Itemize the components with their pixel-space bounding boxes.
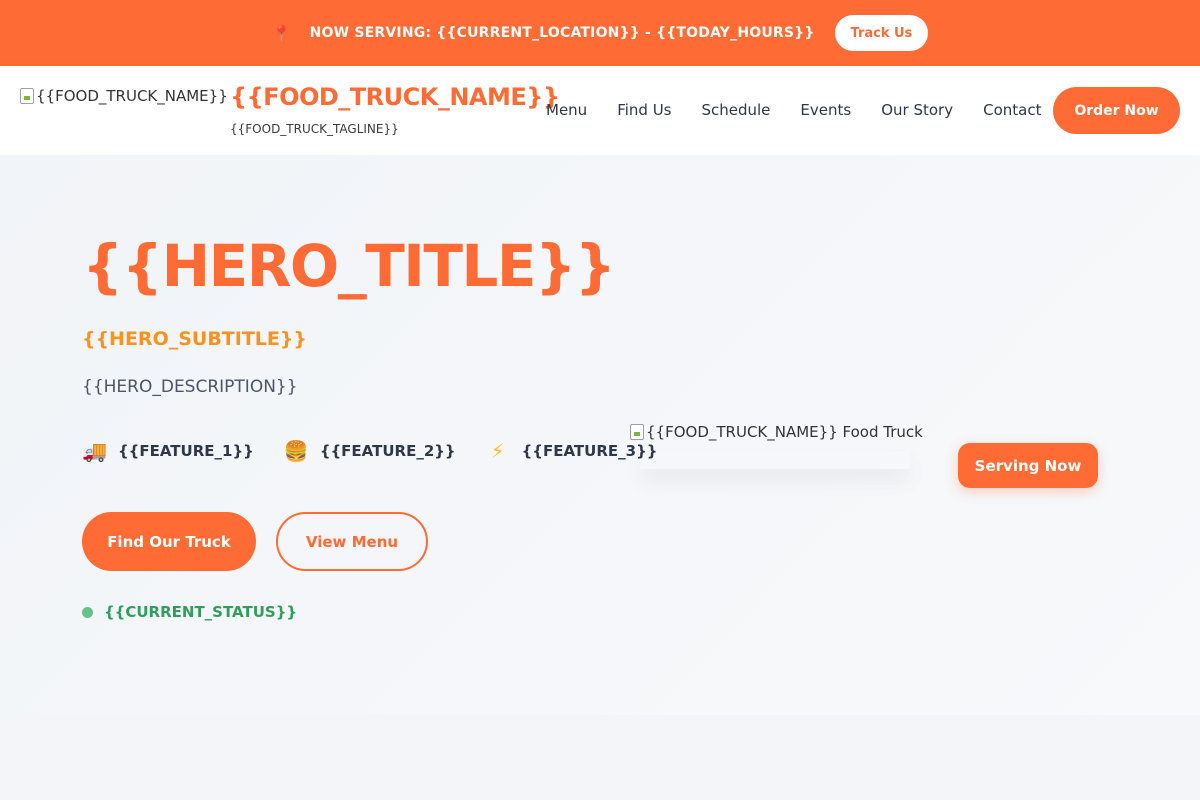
- next-section: [0, 715, 1200, 800]
- site-header: {{FOOD_TRUCK_NAME}} {{FOOD_TRUCK_NAME}} …: [0, 66, 1200, 155]
- burger-icon: 🍔: [283, 439, 309, 463]
- logo-image[interactable]: {{FOOD_TRUCK_NAME}}: [20, 87, 228, 105]
- serving-now-badge[interactable]: Serving Now: [958, 443, 1098, 488]
- brand-tagline: {{FOOD_TRUCK_TAGLINE}}: [230, 122, 399, 136]
- nav-item-find-us[interactable]: Find Us: [617, 101, 671, 119]
- truck-image-alt-text: {{FOOD_TRUCK_NAME}} Food Truck: [646, 423, 923, 441]
- find-our-truck-button[interactable]: Find Our Truck: [82, 512, 256, 571]
- nav-item-schedule[interactable]: Schedule: [701, 101, 770, 119]
- feature-item: ⚡ {{FEATURE_3}}: [486, 439, 658, 463]
- feature-label: {{FEATURE_1}}: [118, 442, 254, 460]
- map-pin-icon: 📍: [271, 23, 292, 43]
- announcement-bar: 📍 NOW SERVING: {{CURRENT_LOCATION}} - {{…: [0, 0, 1200, 66]
- nav-item-contact[interactable]: Contact: [983, 101, 1041, 119]
- nav-item-our-story[interactable]: Our Story: [881, 101, 953, 119]
- hero-subtitle: {{HERO_SUBTITLE}}: [82, 328, 307, 350]
- hero-title: {{HERO_TITLE}}: [82, 232, 616, 300]
- feature-list: 🚚 {{FEATURE_1}} 🍔 {{FEATURE_2}} ⚡ {{FEAT…: [82, 439, 687, 463]
- order-now-button[interactable]: Order Now: [1053, 87, 1180, 134]
- truck-icon: 🚚: [82, 439, 107, 463]
- hero-section: {{HERO_TITLE}} {{HERO_SUBTITLE}} {{HERO_…: [0, 155, 1200, 715]
- hero-description: {{HERO_DESCRIPTION}}: [82, 377, 298, 397]
- logo-alt-text: {{FOOD_TRUCK_NAME}}: [36, 87, 228, 105]
- status-text: {{CURRENT_STATUS}}: [104, 603, 298, 621]
- brand-name[interactable]: {{FOOD_TRUCK_NAME}}: [230, 83, 560, 111]
- feature-item: 🚚 {{FEATURE_1}}: [82, 439, 254, 463]
- feature-label: {{FEATURE_2}}: [319, 442, 456, 460]
- feature-label: {{FEATURE_3}}: [521, 442, 658, 460]
- nav-item-events[interactable]: Events: [800, 101, 851, 119]
- main-nav: Menu Find Us Schedule Events Our Story C…: [546, 101, 1071, 119]
- nav-item-menu[interactable]: Menu: [546, 101, 587, 119]
- food-truck-image: {{FOOD_TRUCK_NAME}} Food Truck: [630, 423, 923, 441]
- broken-image-icon: [20, 88, 34, 104]
- view-menu-button[interactable]: View Menu: [276, 512, 428, 571]
- lightning-icon: ⚡: [490, 439, 505, 463]
- announcement-message: NOW SERVING: {{CURRENT_LOCATION}} - {{TO…: [309, 25, 815, 41]
- feature-item: 🍔 {{FEATURE_2}}: [284, 439, 456, 463]
- truck-image-shadow: [640, 451, 910, 469]
- track-us-button[interactable]: Track Us: [834, 15, 929, 51]
- current-status: {{CURRENT_STATUS}}: [82, 603, 297, 621]
- broken-image-icon: [630, 424, 644, 440]
- status-dot-icon: [82, 606, 93, 618]
